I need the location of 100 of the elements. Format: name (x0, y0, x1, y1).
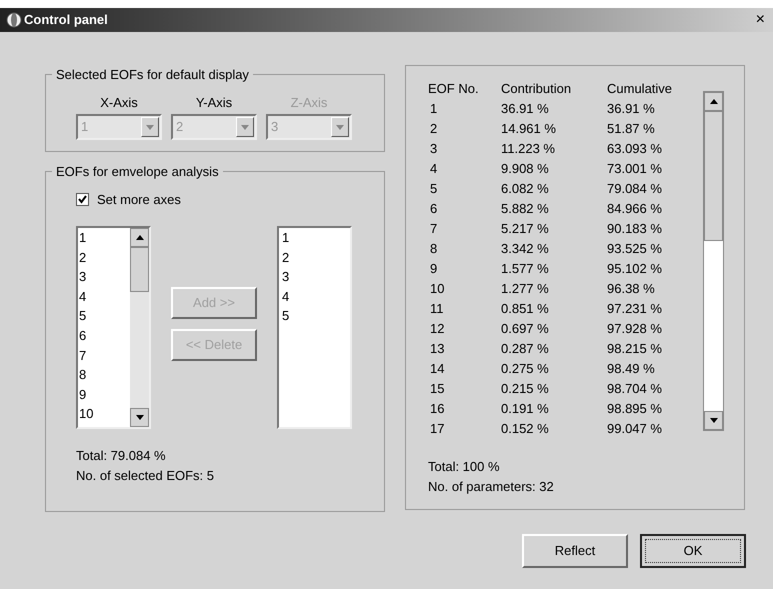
table-cell-text: 98.215 % (607, 340, 663, 358)
list-item[interactable]: 2 (282, 248, 350, 268)
scroll-up-button[interactable] (130, 228, 149, 247)
table-cell-text: 17 (429, 420, 446, 438)
axis-label: Y-Axis (196, 94, 232, 112)
axis-label: X-Axis (100, 94, 138, 112)
table-cell-text: 0.287 % (501, 340, 550, 358)
group-title: Selected EOFs for default display (55, 66, 250, 84)
table-cell-text: 36.91 % (501, 100, 550, 118)
caret-icon (241, 124, 249, 130)
scrollbar[interactable] (703, 91, 724, 431)
scroll-down-button[interactable] (704, 411, 723, 430)
scroll-down-button[interactable] (130, 408, 149, 427)
list-item[interactable]: 1 (282, 228, 350, 248)
table-cell-text: 14.961 % (501, 120, 557, 138)
total-text: Total: 100 % (428, 458, 501, 476)
check-icon (78, 194, 87, 204)
axis-label: Z-Axis (290, 94, 328, 112)
table-cell-text: 2 (429, 120, 438, 138)
table-cell-text: 0.275 % (501, 360, 550, 378)
table-cell-text: 3 (429, 140, 438, 158)
list-item[interactable]: 4 (79, 286, 130, 306)
table-cell-text: 6.082 % (501, 180, 550, 198)
list-item[interactable]: 4 (282, 286, 350, 306)
list-item[interactable]: 6 (79, 326, 130, 346)
list-item[interactable]: 9 (79, 384, 130, 404)
table-cell-text: 5.217 % (501, 220, 550, 238)
table-cell-text: 13 (429, 340, 446, 358)
table-cell-text: 15 (429, 380, 446, 398)
scrollbar[interactable] (130, 228, 149, 427)
table-cell-text: 95.102 % (607, 260, 663, 278)
table-cell-text: 12 (429, 320, 446, 338)
list-item[interactable]: 5 (79, 306, 130, 326)
caret-icon (336, 124, 344, 130)
table-cell-text: 0.215 % (501, 380, 550, 398)
table-cell-text: 99.047 % (607, 420, 663, 438)
table-cell-text: 8 (429, 240, 438, 258)
scroll-thumb[interactable] (704, 111, 723, 241)
up-arrow-icon (710, 99, 718, 104)
table-cell-text: 9 (429, 260, 438, 278)
list-item[interactable]: 3 (282, 267, 350, 287)
table-cell-text: 5 (429, 180, 438, 198)
column-header: EOF No. (428, 80, 480, 98)
app-icon (6, 12, 22, 28)
dialog-button[interactable]: OK (640, 534, 746, 568)
checkbox-label[interactable]: Set more axes (97, 190, 181, 209)
table-cell-text: 63.093 % (607, 140, 663, 158)
table-cell-text: 11 (429, 300, 444, 318)
list-item[interactable]: 2 (79, 248, 130, 268)
table-cell-text: 98.704 % (607, 380, 663, 398)
list-item[interactable]: 8 (79, 365, 130, 385)
table-cell-text: 4 (429, 160, 438, 178)
list-box[interactable]: 1 2 3 4 5 6 7 8 9 10 (76, 226, 151, 429)
table-cell-text: 97.231 % (607, 300, 663, 318)
down-arrow-icon (136, 415, 144, 420)
list-item[interactable]: 1 (79, 228, 130, 248)
table-cell-text: 98.895 % (607, 400, 663, 418)
table-cell-text: 7 (429, 220, 438, 238)
count-text: No. of selected EOFs: 5 (76, 467, 216, 485)
table-cell-text: 0.152 % (501, 420, 550, 438)
dialog-button[interactable]: Reflect (522, 534, 628, 568)
down-arrow-icon (710, 418, 718, 423)
list-item[interactable]: 10 (79, 404, 130, 424)
table-cell-text: 98.49 % (607, 360, 656, 378)
table-cell-text: 0.191 % (501, 400, 550, 418)
scroll-up-button[interactable] (704, 92, 723, 111)
table-cell-text: 96.38 % (607, 280, 656, 298)
table-cell-text: 0.697 % (501, 320, 550, 338)
table-cell-text: 3.342 % (501, 240, 550, 258)
list-item[interactable]: 7 (79, 346, 130, 366)
column-header: Contribution (501, 80, 572, 98)
up-arrow-icon (136, 235, 144, 240)
count-text: No. of parameters: 32 (428, 478, 555, 496)
group-title: EOFs for emvelope analysis (55, 163, 220, 181)
list-box[interactable]: 1 2 3 4 5 (277, 226, 352, 429)
table-cell-text: 1.277 % (501, 280, 550, 298)
table-cell-text: 84.966 % (607, 200, 663, 218)
table-cell-text: 36.91 % (607, 100, 656, 118)
checkbox[interactable] (76, 192, 89, 206)
table-cell-text: 97.928 % (607, 320, 663, 338)
table-cell-text: 6 (429, 200, 438, 218)
list-item[interactable]: 3 (79, 267, 130, 287)
scroll-thumb[interactable] (130, 247, 149, 292)
table-cell-text: 73.001 % (607, 160, 663, 178)
table-cell-text: 10 (429, 280, 446, 298)
list-item[interactable]: 5 (282, 306, 350, 326)
table-cell-text: 9.908 % (501, 160, 550, 178)
table-cell-text: 1 (429, 100, 438, 118)
table-cell-text: 14 (429, 360, 446, 378)
table-cell-text: 1.577 % (501, 260, 550, 278)
table-cell-text: 16 (429, 400, 446, 418)
table-cell-text: 93.525 % (607, 240, 663, 258)
column-header: Cumulative (607, 80, 674, 98)
table-cell-text: 0.851 % (501, 300, 550, 318)
close-button[interactable]: × (754, 12, 767, 28)
total-text: Total: 79.084 % (76, 447, 167, 465)
table-cell-text: 90.183 % (607, 220, 663, 238)
table-cell-text: 51.87 % (607, 120, 656, 138)
window-title: Control panel (24, 11, 108, 30)
table-cell-text: 11.223 % (501, 140, 556, 158)
